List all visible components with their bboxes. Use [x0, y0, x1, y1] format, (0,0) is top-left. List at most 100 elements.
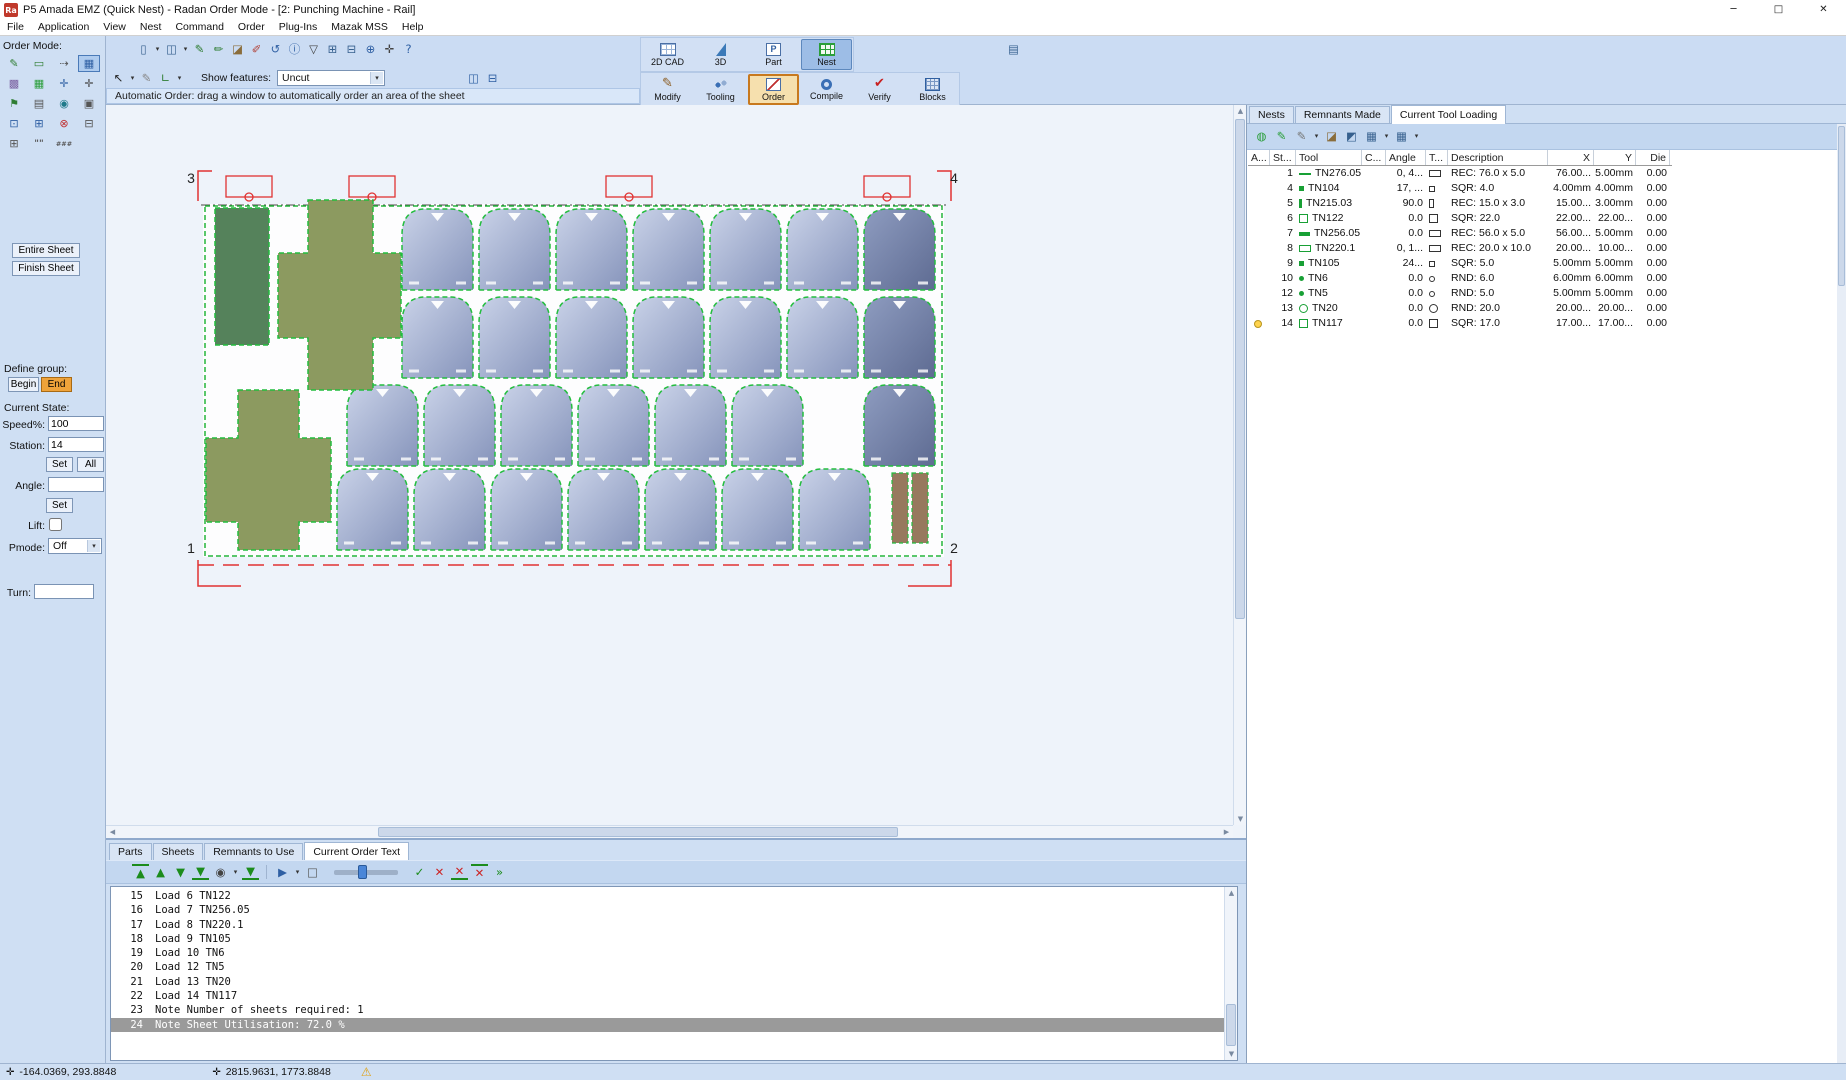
help-pointer-icon[interactable]: ? [400, 41, 417, 58]
lift-checkbox[interactable] [49, 518, 62, 531]
tool-row[interactable]: 12TN50.0RND: 5.05.00mm5.00mm0.00 [1248, 286, 1672, 301]
order-text-line[interactable]: 21Load 13 TN20 [111, 975, 1224, 989]
tile-horizontal-icon[interactable]: ⊟ [484, 70, 501, 87]
nested-part[interactable] [864, 209, 935, 290]
tool-row[interactable]: 1TN276.050, 4...REC: 76.0 x 5.076.00...5… [1248, 166, 1672, 181]
order-sequence-icon[interactable]: ⇢ [53, 55, 75, 72]
measure-icon[interactable]: ✛ [381, 41, 398, 58]
speed-input[interactable] [48, 416, 104, 431]
nested-part[interactable] [414, 469, 485, 550]
nested-part[interactable] [787, 209, 858, 290]
draw-pencil2-icon[interactable]: ✏ [210, 41, 227, 58]
verify-button[interactable]: ✔Verify [854, 74, 905, 105]
order-text-line[interactable]: 22Load 14 TN117 [111, 989, 1224, 1003]
nested-part[interactable] [864, 385, 935, 466]
canvas-vertical-scrollbar[interactable]: ▲ ▼ [1233, 105, 1246, 825]
nested-part[interactable] [710, 297, 781, 378]
nested-part[interactable] [337, 469, 408, 550]
tooling-button[interactable]: Tooling [695, 74, 746, 105]
select-cursor-icon[interactable]: ↖ [110, 70, 127, 87]
move-free-icon[interactable]: ✛ [78, 75, 100, 92]
move-down-icon[interactable]: ▼ [172, 864, 189, 881]
move-to-top-icon[interactable]: ▲ [132, 864, 149, 880]
zoom-extents-icon[interactable]: ⊕ [362, 41, 379, 58]
nested-part[interactable] [479, 297, 550, 378]
scroll-thumb[interactable] [1838, 126, 1845, 286]
nested-part[interactable] [402, 209, 473, 290]
nested-part[interactable] [501, 385, 572, 466]
delete-order-text-icon[interactable]: ✕ [431, 864, 448, 881]
nest-canvas-area[interactable]: 3 4 1 2 ▲ ▼ ◀ ▶ [106, 105, 1246, 838]
tab-parts[interactable]: Parts [109, 843, 152, 860]
set-angle-button[interactable]: Set [46, 498, 73, 513]
pattern-dropdown-icon[interactable]: ▾ [1383, 128, 1390, 145]
scroll-thumb[interactable] [1226, 1004, 1236, 1046]
menu-file[interactable]: File [0, 20, 31, 35]
tab-remnants-made[interactable]: Remnants Made [1295, 106, 1390, 123]
auto-order-icon[interactable]: ▦ [78, 55, 100, 72]
entire-sheet-button[interactable]: Entire Sheet [12, 243, 80, 258]
nest-drawing[interactable]: 3 4 1 2 [106, 105, 1233, 825]
nested-part[interactable] [645, 469, 716, 550]
move-to-bottom-icon[interactable]: ▼ [192, 864, 209, 880]
part-green-rect[interactable] [215, 208, 269, 345]
nested-part[interactable] [655, 385, 726, 466]
tile-vertical-icon[interactable]: ◫ [465, 70, 482, 87]
keypad-icon[interactable]: ⊞ [3, 135, 25, 152]
menu-command[interactable]: Command [168, 20, 230, 35]
scroll-down-arrow[interactable]: ▼ [1225, 1048, 1238, 1060]
scroll-thumb[interactable] [1235, 119, 1245, 619]
edit-tool-dropdown-icon[interactable]: ▾ [1313, 128, 1320, 145]
no-draw-icon[interactable]: ✎ [138, 70, 155, 87]
finish-sheet-button[interactable]: Finish Sheet [12, 261, 80, 276]
delete-line-icon[interactable]: ✕ [451, 864, 468, 880]
column-header[interactable]: Y [1594, 150, 1636, 165]
run-icon[interactable]: ▶ [274, 864, 291, 881]
order-text-line[interactable]: 20Load 12 TN5 [111, 960, 1224, 974]
new-document-dropdown-icon[interactable]: ▾ [154, 41, 161, 58]
nested-part[interactable] [479, 209, 550, 290]
pattern-icon[interactable]: ▦ [1363, 128, 1380, 145]
modify-button[interactable]: ✎Modify [642, 74, 693, 105]
set-all-button[interactable]: All [77, 457, 104, 472]
canvas-horizontal-scrollbar[interactable]: ◀ ▶ [106, 825, 1233, 838]
column-header[interactable]: X [1548, 150, 1594, 165]
edit-check-icon[interactable]: ✓ [411, 864, 428, 881]
sheet-icon[interactable]: ▣ [78, 95, 100, 112]
menu-application[interactable]: Application [31, 20, 96, 35]
turn-input[interactable] [34, 584, 94, 599]
cad-2d-button[interactable]: 2D CAD [642, 39, 693, 70]
snap-grid-icon[interactable]: ⊞ [324, 41, 341, 58]
tool-row[interactable]: 8TN220.10, 1...REC: 20.0 x 10.020.00...1… [1248, 241, 1672, 256]
output-icon[interactable]: ⊟ [78, 115, 100, 132]
stop-icon[interactable]: □ [304, 864, 321, 881]
nested-part[interactable] [710, 209, 781, 290]
tool-loading-icon[interactable]: ◍ [1253, 128, 1270, 145]
docked-panel-icon[interactable]: ▤ [1005, 41, 1022, 58]
order-text-line[interactable]: 15Load 6 TN122 [111, 889, 1224, 903]
add-tool-icon[interactable]: ✎ [1273, 128, 1290, 145]
angle-input[interactable] [48, 477, 104, 492]
order-text-line[interactable]: 23Note Number of sheets required: 1 [111, 1003, 1224, 1017]
nested-part[interactable] [491, 469, 562, 550]
draw-pencil-icon[interactable]: ✎ [191, 41, 208, 58]
filter-icon[interactable]: ▽ [305, 41, 322, 58]
nested-part[interactable] [732, 385, 803, 466]
station-input[interactable] [48, 437, 104, 452]
eraser-icon[interactable]: ◪ [229, 41, 246, 58]
order-position-slider[interactable] [334, 870, 398, 875]
right-panel-scrollbar[interactable] [1837, 124, 1846, 1063]
minimize-button[interactable]: ─ [1711, 0, 1756, 20]
order-list-scrollbar[interactable]: ▲ ▼ [1224, 887, 1237, 1060]
blocks-button[interactable]: Blocks [907, 74, 958, 105]
save-dropdown-icon[interactable]: ▾ [182, 41, 189, 58]
nested-part[interactable] [424, 385, 495, 466]
maximize-button[interactable]: □ [1756, 0, 1801, 20]
move-order-icon[interactable]: ✛ [53, 75, 75, 92]
column-header[interactable]: C... [1362, 150, 1386, 165]
column-header[interactable]: Die [1636, 150, 1670, 165]
nested-part[interactable] [864, 297, 935, 378]
pmode-select[interactable]: Off ▾ [48, 538, 102, 554]
delete-order-icon[interactable]: ⊗ [53, 115, 75, 132]
order-text-list[interactable]: 15Load 6 TN12216Load 7 TN256.0517Load 8 … [110, 886, 1238, 1061]
